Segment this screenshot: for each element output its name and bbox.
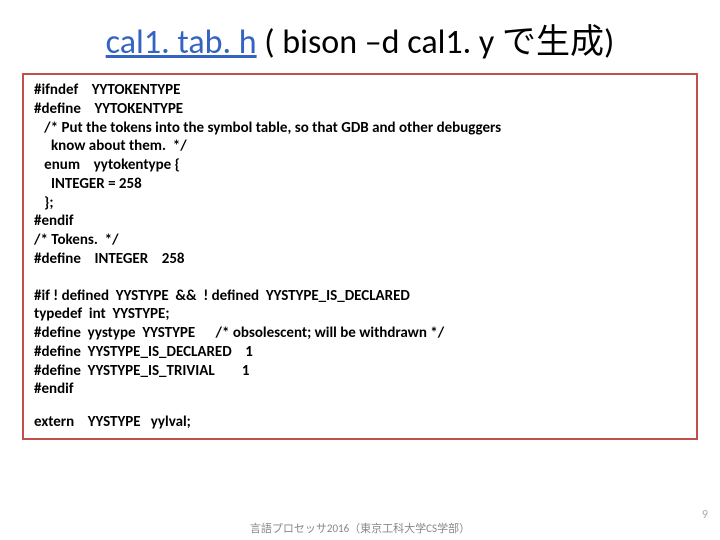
code-line: INTEGER = 258	[34, 175, 686, 194]
code-line: #endif	[34, 380, 686, 399]
code-line: know about them. */	[34, 137, 686, 156]
code-line: extern YYSTYPE yylval;	[34, 413, 686, 432]
code-footer: extern YYSTYPE yylval;	[34, 413, 686, 432]
title-file: cal1. tab. h	[106, 22, 257, 63]
code-line: #define yystype YYSTYPE /* obsolescent; …	[34, 324, 686, 343]
code-box: #ifndef YYTOKENTYPE #define YYTOKENTYPE …	[22, 73, 698, 440]
slide-caption: 言語プロセッサ2016（東京工科大学CS学部）	[0, 520, 720, 536]
code-line: /* Put the tokens into the symbol table,…	[34, 119, 686, 138]
code-line: #define YYSTYPE_IS_DECLARED 1	[34, 343, 686, 362]
code-line: #ifndef YYTOKENTYPE	[34, 81, 686, 100]
code-line: enum yytokentype {	[34, 156, 686, 175]
code-line: };	[34, 194, 686, 213]
code-line: #endif	[34, 212, 686, 231]
code-line: #define YYTOKENTYPE	[34, 100, 686, 119]
code-line: #define YYSTYPE_IS_TRIVIAL 1	[34, 362, 686, 381]
code-line: #define INTEGER 258	[34, 250, 686, 269]
code-block-2: #if ! defined YYSTYPE && ! defined YYSTY…	[34, 287, 686, 400]
code-line: /* Tokens. */	[34, 231, 686, 250]
slide-title: cal1. tab. h ( bison –d cal1. y で生成)	[0, 0, 720, 71]
code-block-1: #ifndef YYTOKENTYPE #define YYTOKENTYPE …	[34, 81, 686, 269]
code-line: typedef int YYSTYPE;	[34, 305, 686, 324]
code-line: #if ! defined YYSTYPE && ! defined YYSTY…	[34, 287, 686, 306]
title-rest: ( bison –d cal1. y で生成)	[257, 22, 615, 63]
